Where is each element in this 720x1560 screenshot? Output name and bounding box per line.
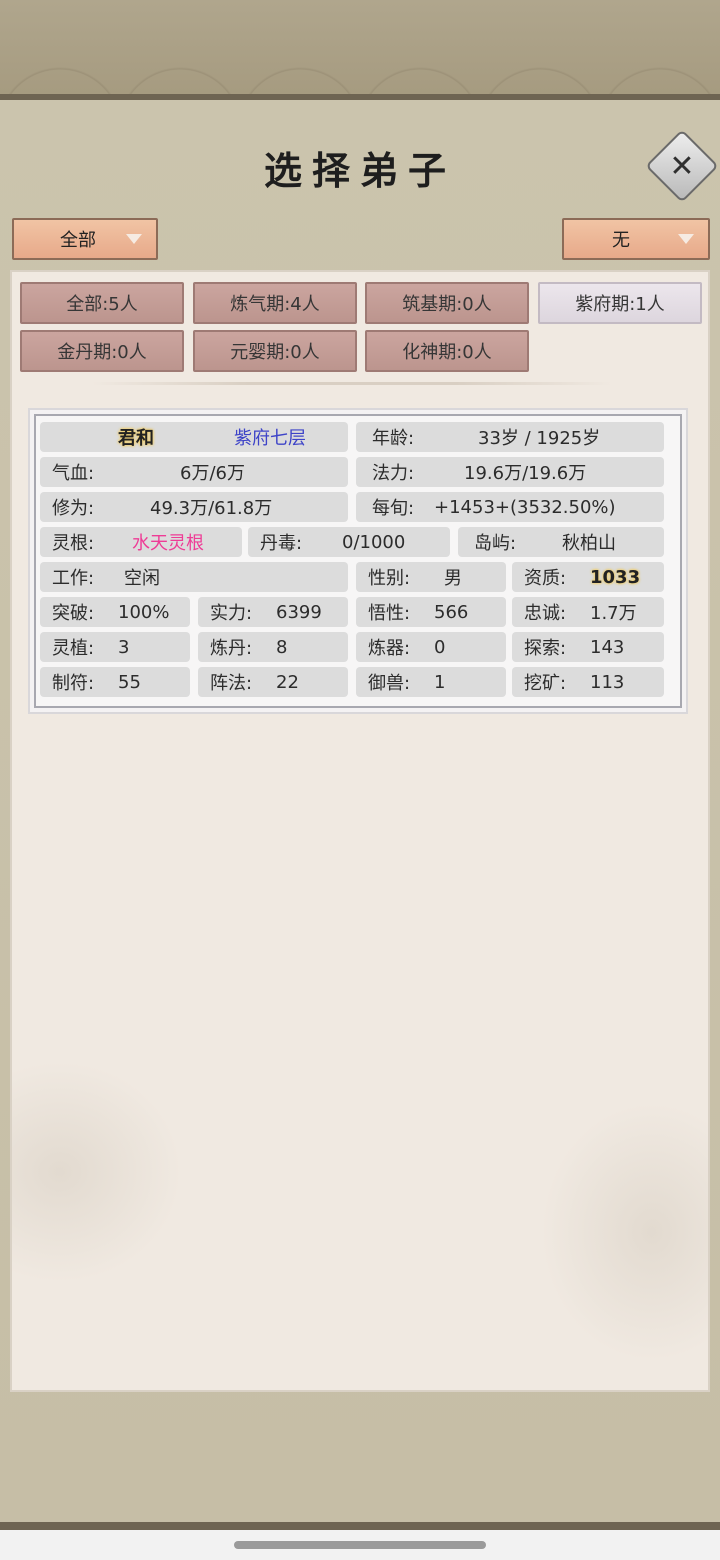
mana-cell: 法力: 19.6万/19.6万 <box>356 457 664 487</box>
age-label: 年龄: <box>372 428 415 449</box>
poison-value: 0/1000 <box>342 531 406 553</box>
aptitude-value: 1033 <box>590 566 641 588</box>
mining-label: 挖矿: <box>524 673 567 694</box>
cultivation-cell: 修为: 49.3万/61.8万 <box>40 492 348 522</box>
per-period-cell: 每旬: +1453+(3532.50%) <box>356 492 664 522</box>
forge-cell: 炼器: 0 <box>356 632 506 662</box>
comprehension-value: 566 <box>434 601 469 623</box>
herb-cell: 灵植: 3 <box>40 632 190 662</box>
mining-value: 113 <box>590 671 625 693</box>
hp-cell: 气血: 6万/6万 <box>40 457 348 487</box>
cultivation-label: 修为: <box>52 498 95 519</box>
gender-cell: 性别: 男 <box>356 562 506 592</box>
sort-dropdown-label: 无 <box>612 230 630 251</box>
beast-value: 1 <box>434 671 446 693</box>
explore-value: 143 <box>590 636 625 658</box>
herb-value: 3 <box>118 636 130 658</box>
alchemy-label: 炼丹: <box>210 638 253 659</box>
aptitude-cell: 资质: 1033 <box>512 562 664 592</box>
name-realm-cell: 君和 紫府七层 <box>40 422 348 452</box>
disciple-realm: 紫府七层 <box>234 428 306 449</box>
herb-label: 灵植: <box>52 638 95 659</box>
header-wave-band <box>0 0 720 100</box>
tab-realm-nascent-soul[interactable]: 元婴期:0人 <box>193 330 357 372</box>
tab-realm-qi-refining[interactable]: 炼气期:4人 <box>193 282 357 324</box>
tab-realm-spirit-transformation[interactable]: 化神期:0人 <box>365 330 529 372</box>
tab-realm-purple-mansion[interactable]: 紫府期:1人 <box>538 282 702 324</box>
strength-cell: 实力: 6399 <box>198 597 348 627</box>
strength-value: 6399 <box>276 601 322 623</box>
breakthrough-label: 突破: <box>52 603 95 624</box>
explore-label: 探索: <box>524 638 567 659</box>
cultivation-value: 49.3万/61.8万 <box>150 498 273 519</box>
disciple-card-inner: 君和 紫府七层 年龄: 33岁 / 1925岁 气血: 6万/6万 法力: 19… <box>34 414 682 708</box>
disciple-name: 君和 <box>118 428 154 449</box>
hp-label: 气血: <box>52 463 95 484</box>
poison-cell: 丹毒: 0/1000 <box>248 527 450 557</box>
home-indicator[interactable] <box>234 1541 486 1549</box>
loyalty-cell: 忠诚: 1.7万 <box>512 597 664 627</box>
root-value: 水天灵根 <box>132 533 204 554</box>
root-label: 灵根: <box>52 533 95 554</box>
formation-cell: 阵法: 22 <box>198 667 348 697</box>
breakthrough-value: 100% <box>118 601 170 623</box>
per-period-label: 每旬: <box>372 498 415 519</box>
comprehension-label: 悟性: <box>368 603 411 624</box>
beast-label: 御兽: <box>368 673 411 694</box>
beast-cell: 御兽: 1 <box>356 667 506 697</box>
mana-value: 19.6万/19.6万 <box>464 463 587 484</box>
forge-label: 炼器: <box>368 638 411 659</box>
alchemy-value: 8 <box>276 636 288 658</box>
strength-label: 实力: <box>210 603 253 624</box>
alchemy-cell: 炼丹: 8 <box>198 632 348 662</box>
hp-value: 6万/6万 <box>180 463 245 484</box>
gender-value: 男 <box>444 568 462 589</box>
talisman-cell: 制符: 55 <box>40 667 190 697</box>
chevron-down-icon <box>678 234 694 244</box>
formation-label: 阵法: <box>210 673 253 694</box>
island-cell: 岛屿: 秋柏山 <box>458 527 664 557</box>
root-cell: 灵根: 水天灵根 <box>40 527 242 557</box>
mining-cell: 挖矿: 113 <box>512 667 664 697</box>
explore-cell: 探索: 143 <box>512 632 664 662</box>
loyalty-label: 忠诚: <box>524 603 567 624</box>
tab-realm-foundation[interactable]: 筑基期:0人 <box>365 282 529 324</box>
bamboo-decoration <box>12 1052 192 1292</box>
aptitude-label: 资质: <box>524 568 567 589</box>
bamboo-decoration <box>532 1092 708 1372</box>
mana-label: 法力: <box>372 463 415 484</box>
job-label: 工作: <box>52 568 95 589</box>
job-cell: 工作: 空闲 <box>40 562 348 592</box>
chevron-down-icon <box>126 234 142 244</box>
close-icon: ✕ <box>669 148 695 184</box>
category-dropdown[interactable]: 全部 <box>12 218 158 260</box>
gender-label: 性别: <box>368 568 411 589</box>
age-value: 33岁 / 1925岁 <box>478 428 601 449</box>
disciple-card[interactable]: 君和 紫府七层 年龄: 33岁 / 1925岁 气血: 6万/6万 法力: 19… <box>28 408 688 714</box>
age-cell: 年龄: 33岁 / 1925岁 <box>356 422 664 452</box>
tab-realm-all[interactable]: 全部:5人 <box>20 282 184 324</box>
category-dropdown-label: 全部 <box>60 230 96 251</box>
tab-realm-golden-core[interactable]: 金丹期:0人 <box>20 330 184 372</box>
forge-value: 0 <box>434 636 446 658</box>
divider <box>92 382 612 385</box>
talisman-label: 制符: <box>52 673 95 694</box>
breakthrough-cell: 突破: 100% <box>40 597 190 627</box>
poison-label: 丹毒: <box>260 533 303 554</box>
island-label: 岛屿: <box>474 533 517 554</box>
loyalty-value: 1.7万 <box>590 603 637 624</box>
disciple-list-panel: 全部:5人 炼气期:4人 筑基期:0人 紫府期:1人 金丹期:0人 元婴期:0人… <box>10 270 710 1392</box>
comprehension-cell: 悟性: 566 <box>356 597 506 627</box>
formation-value: 22 <box>276 671 299 693</box>
panel-bottom-edge <box>0 1522 720 1530</box>
job-value: 空闲 <box>124 568 160 589</box>
talisman-value: 55 <box>118 671 141 693</box>
per-period-value: +1453+(3532.50%) <box>434 496 616 518</box>
sort-dropdown[interactable]: 无 <box>562 218 710 260</box>
page-title: 选择弟子 <box>263 148 456 193</box>
island-value: 秋柏山 <box>562 533 616 554</box>
